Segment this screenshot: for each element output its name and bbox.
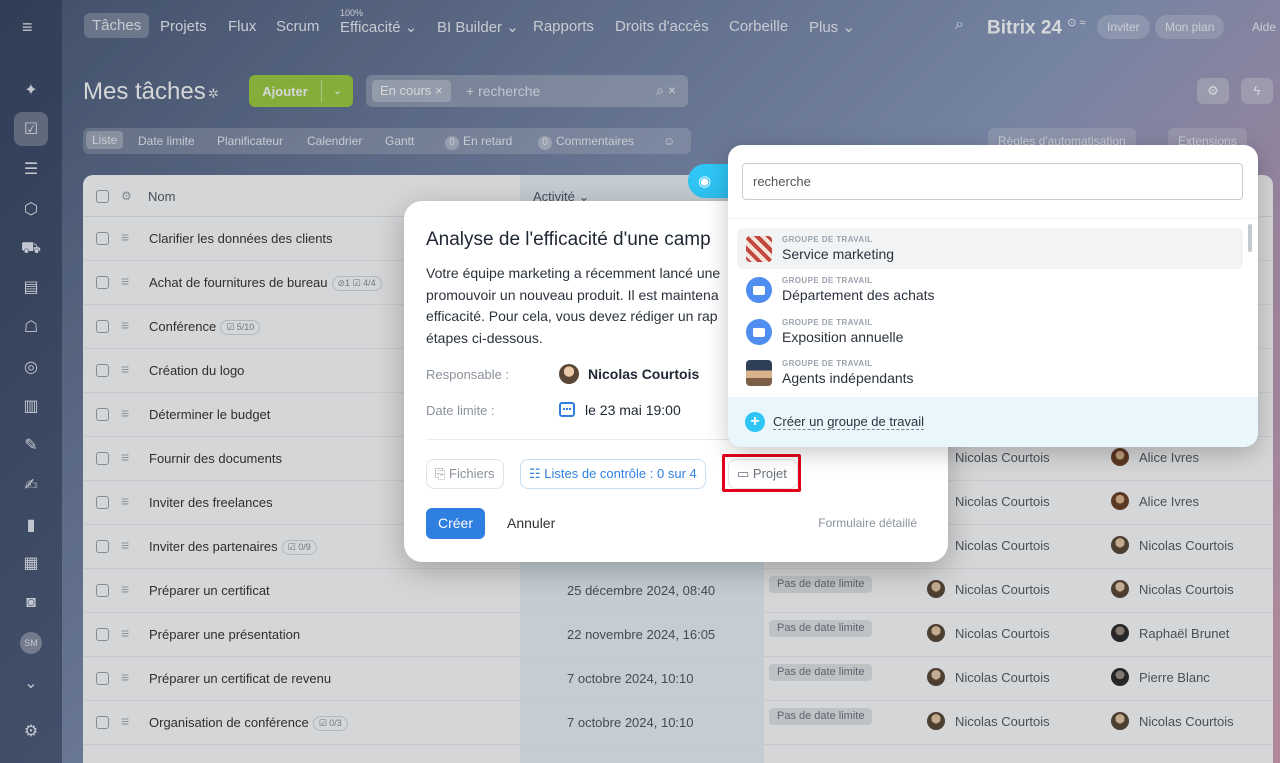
divider [728,218,1258,219]
detailed-form-link[interactable]: Formulaire détaillé [818,516,917,530]
project-search-input[interactable] [742,163,1243,200]
item-type: GROUPE DE TRAVAIL [782,359,873,368]
item-name: Exposition annuelle [782,329,904,345]
group-image-icon [746,236,772,262]
workgroup-item-marketing[interactable]: GROUPE DE TRAVAIL Service marketing [737,228,1243,269]
modal-title[interactable]: Analyse de l'efficacité d'une camp [426,229,711,251]
ai-copilot-icon[interactable]: ◉ [688,164,728,198]
plus-icon[interactable]: + [745,412,765,432]
task-description[interactable]: Votre équipe marketing a récemment lancé… [426,263,726,349]
project-selector-dropdown: GROUPE DE TRAVAIL Service marketing GROU… [728,145,1258,447]
group-image-icon [746,360,772,386]
workgroup-item-exhibition[interactable]: GROUPE DE TRAVAIL Exposition annuelle [737,311,1243,352]
responsible-field[interactable]: Nicolas Courtois [559,364,699,384]
item-type: GROUPE DE TRAVAIL [782,235,873,244]
cancel-button[interactable]: Annuler [507,515,555,531]
deadline-value: le 23 mai 19:00 [585,402,681,418]
item-name: Service marketing [782,246,895,262]
calendar-icon [559,402,575,417]
workgroup-item-freelancers[interactable]: GROUPE DE TRAVAIL Agents indépendants [737,352,1243,393]
item-name: Département des achats [782,287,935,303]
folder-icon [746,277,772,303]
folder-icon [746,319,772,345]
item-name: Agents indépendants [782,370,914,386]
responsible-label: Responsable : [426,367,510,382]
item-type: GROUPE DE TRAVAIL [782,276,873,285]
checklists-button[interactable]: ☷ Listes de contrôle : 0 sur 4 [520,459,706,489]
create-workgroup-link[interactable]: Créer un groupe de travail [773,415,925,430]
deadline-label: Date limite : [426,403,495,418]
scrollbar-thumb[interactable] [1248,224,1252,252]
project-highlight-box [722,454,801,492]
files-button[interactable]: ⎘ Fichiers [426,459,504,489]
create-button[interactable]: Créer [426,508,485,539]
item-type: GROUPE DE TRAVAIL [782,318,873,327]
create-workgroup-row[interactable]: + Créer un groupe de travail [728,397,1258,447]
avatar [559,364,579,384]
workgroup-item-purchasing[interactable]: GROUPE DE TRAVAIL Département des achats [737,269,1243,310]
deadline-field[interactable]: le 23 mai 19:00 [559,402,681,418]
responsible-name: Nicolas Courtois [588,366,700,382]
